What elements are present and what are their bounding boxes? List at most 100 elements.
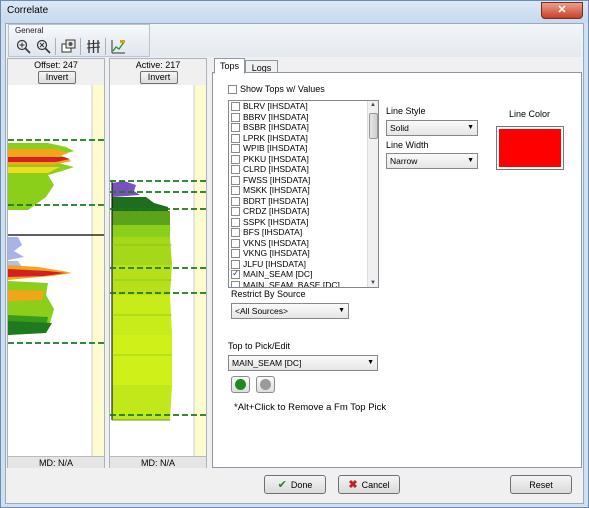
top-checkbox[interactable] — [231, 207, 240, 217]
top-label: MAIN_SEAM [DC] — [243, 269, 313, 279]
line-style-select[interactable]: Solid ▼ — [386, 120, 478, 136]
top-label: LPRK [IHSDATA] — [243, 132, 308, 143]
tops-list-scrollbar[interactable]: ▲ ▼ — [367, 101, 378, 287]
chart-edit-button[interactable] — [110, 38, 127, 55]
top-label: BFS [IHSDATA] — [243, 227, 303, 237]
list-item[interactable]: PKKU [IHSDATA] — [229, 154, 378, 165]
tracks-button[interactable] — [85, 38, 102, 55]
top-checkbox[interactable] — [231, 154, 240, 164]
top-pick-label: Top to Pick/Edit — [228, 341, 291, 351]
top-checkbox[interactable] — [231, 165, 240, 175]
line-style-label: Line Style — [386, 106, 426, 116]
top-checkbox[interactable] — [231, 186, 240, 196]
active-invert-button[interactable]: Invert — [140, 71, 178, 84]
chevron-down-icon: ▼ — [367, 359, 374, 366]
top-checkbox[interactable] — [231, 175, 240, 185]
offset-invert-button[interactable]: Invert — [38, 71, 76, 84]
top-checkbox[interactable] — [231, 238, 240, 248]
zoom-out-button[interactable] — [35, 38, 52, 55]
scroll-up-icon[interactable]: ▲ — [370, 102, 376, 108]
title-bar[interactable]: Correlate ✕ — [1, 1, 588, 23]
list-item[interactable]: FWSS [IHSDATA] — [229, 175, 378, 186]
show-tops-values-label: Show Tops w/ Values — [240, 84, 325, 94]
list-item[interactable]: BLRV [IHSDATA] — [229, 101, 378, 112]
cancel-icon: ✖ — [348, 479, 358, 491]
cancel-label: Cancel — [361, 479, 390, 490]
top-label: WPIB [IHSDATA] — [243, 143, 308, 153]
scroll-thumb[interactable] — [369, 113, 378, 139]
top-label: VKNG [IHSDATA] — [243, 248, 310, 258]
list-item[interactable]: BSBR [IHSDATA] — [229, 122, 378, 133]
zoom-in-icon — [16, 39, 31, 54]
top-checkbox[interactable] — [231, 249, 240, 259]
top-checkbox[interactable] — [231, 268, 240, 280]
list-item[interactable]: MSKK [IHSDATA] — [229, 185, 378, 196]
show-tops-values-option[interactable]: Show Tops w/ Values — [228, 84, 325, 95]
close-icon: ✕ — [557, 4, 567, 16]
chevron-down-icon: ▼ — [467, 124, 474, 131]
offset-md-label: MD: N/A — [8, 456, 104, 468]
offset-log-track[interactable] — [8, 85, 104, 456]
pick-top-button[interactable] — [231, 376, 250, 393]
list-item[interactable]: BBRV [IHSDATA] — [229, 112, 378, 123]
restrict-source-select[interactable]: <All Sources> ▼ — [231, 303, 349, 319]
top-label: CRDZ [IHSDATA] — [243, 206, 310, 216]
chevron-down-icon: ▼ — [467, 157, 474, 164]
top-pick-select[interactable]: MAIN_SEAM [DC] ▼ — [228, 355, 378, 371]
active-track-label: Active: 217 — [135, 60, 181, 70]
line-style-value: Solid — [390, 123, 409, 133]
line-color-swatch[interactable] — [496, 126, 564, 170]
settings-tabs: Tops Logs Show Tops w/ Values BLRV [IHSD… — [212, 58, 582, 468]
top-checkbox[interactable] — [231, 280, 240, 287]
list-item[interactable]: LPRK [IHSDATA] — [229, 133, 378, 144]
top-checkbox[interactable] — [231, 133, 240, 143]
line-width-label: Line Width — [386, 140, 429, 150]
active-track-header: Active: 217 Invert — [110, 59, 206, 85]
list-item[interactable]: CLRD [IHSDATA] — [229, 164, 378, 175]
list-item[interactable]: SSPK [IHSDATA] — [229, 217, 378, 228]
list-item[interactable]: BDRT [IHSDATA] — [229, 196, 378, 207]
top-checkbox[interactable] — [231, 123, 240, 133]
list-item[interactable]: VKNS [IHSDATA] — [229, 238, 378, 249]
list-item[interactable]: BFS [IHSDATA] — [229, 227, 378, 238]
top-checkbox[interactable] — [231, 228, 240, 238]
top-checkbox[interactable] — [231, 102, 240, 112]
close-button[interactable]: ✕ — [541, 2, 583, 19]
top-label: JLFU [IHSDATA] — [243, 258, 306, 269]
top-label: BDRT [IHSDATA] — [243, 195, 309, 206]
copy-settings-icon — [61, 39, 76, 53]
remove-pick-hint: *Alt+Click to Remove a Fm Top Pick — [234, 402, 387, 413]
top-checkbox[interactable] — [231, 217, 240, 227]
list-item[interactable]: WPIB [IHSDATA] — [229, 143, 378, 154]
green-dot-icon — [235, 379, 246, 390]
tracks-icon — [86, 40, 101, 53]
reset-button[interactable]: Reset — [510, 475, 572, 494]
reset-label: Reset — [529, 479, 553, 490]
offset-track-label: Offset: 247 — [34, 60, 78, 70]
chevron-down-icon: ▼ — [338, 307, 345, 314]
line-color-label: Line Color — [509, 109, 551, 119]
show-tops-values-checkbox[interactable] — [228, 85, 237, 95]
list-item[interactable]: JLFU [IHSDATA] — [229, 259, 378, 270]
list-item[interactable]: MAIN_SEAM [DC] — [229, 268, 378, 280]
cancel-button[interactable]: ✖ Cancel — [338, 475, 400, 494]
list-item[interactable]: VKNG [IHSDATA] — [229, 248, 378, 259]
top-checkbox[interactable] — [231, 112, 240, 122]
scroll-down-icon[interactable]: ▼ — [370, 280, 376, 286]
zoom-in-button[interactable] — [15, 38, 32, 55]
top-checkbox[interactable] — [231, 196, 240, 206]
top-checkbox[interactable] — [231, 144, 240, 154]
active-log-track[interactable] — [110, 85, 206, 456]
gray-dot-icon — [260, 379, 271, 390]
copy-settings-button[interactable] — [60, 38, 77, 55]
list-item[interactable]: MAIN_SEAM_BASE [DC] — [229, 280, 378, 287]
tops-list[interactable]: BLRV [IHSDATA] BBRV [IHSDATA] BSBR [IHSDAT… — [228, 100, 379, 288]
done-button[interactable]: ✔ Done — [264, 475, 326, 494]
correlate-window: Correlate ✕ General Offset: 247 Invert M… — [0, 0, 589, 508]
remove-pick-button[interactable] — [256, 376, 275, 393]
general-toolbar: General — [8, 24, 150, 57]
list-item[interactable]: CRDZ [IHSDATA] — [229, 206, 378, 217]
top-label: BLRV [IHSDATA] — [243, 101, 308, 111]
line-width-select[interactable]: Narrow ▼ — [386, 153, 478, 169]
tab-tops[interactable]: Tops — [214, 58, 245, 74]
